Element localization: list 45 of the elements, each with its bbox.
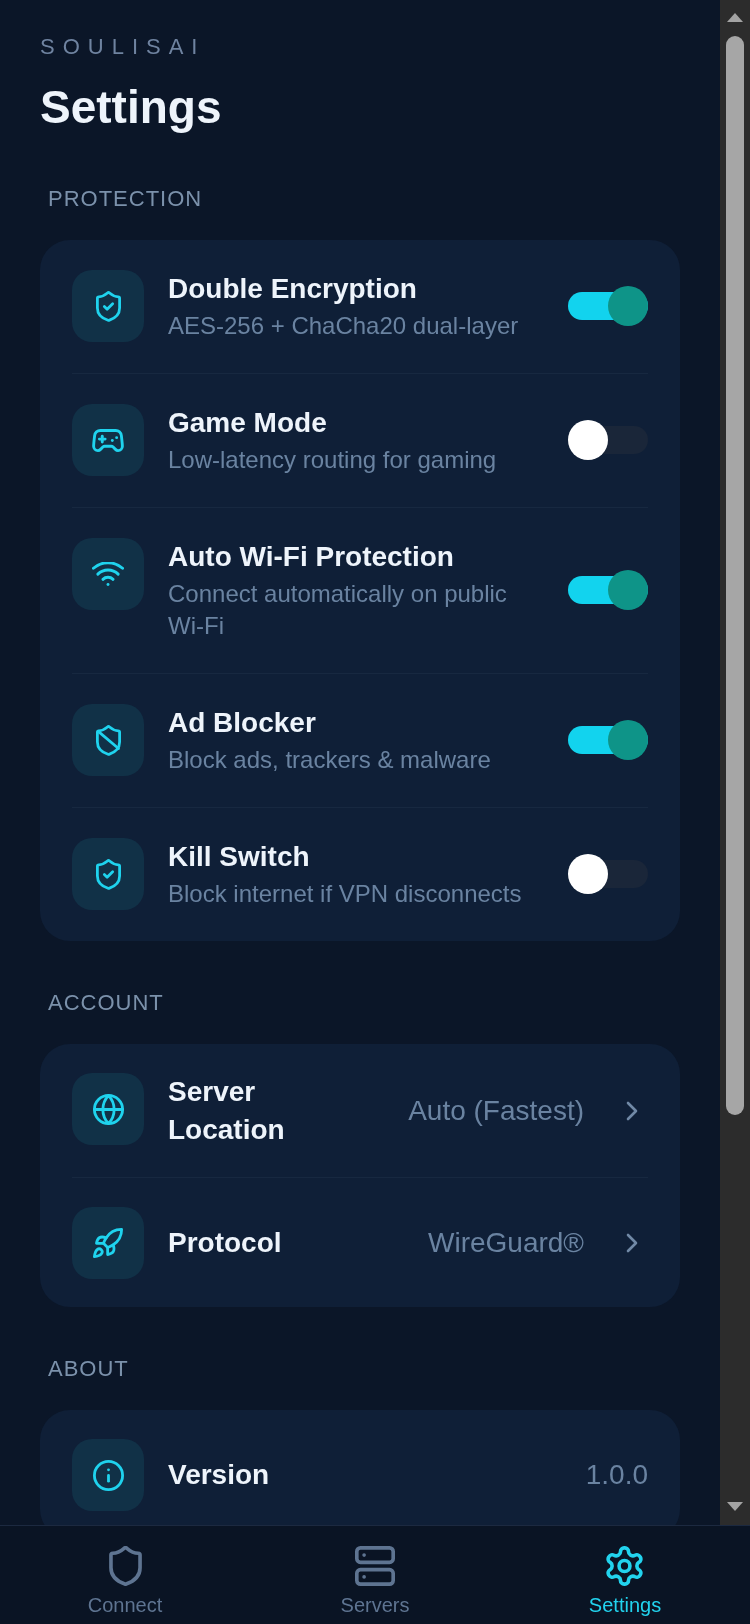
setting-title: Ad Blocker [168,706,317,740]
toggle-switch[interactable] [568,286,648,326]
settings-icon [606,1546,644,1586]
setting-description: Block internet if VPN disconnects [168,879,523,909]
shield-slash-icon [72,704,144,776]
setting-title: Double Encryption [168,272,418,306]
setting-title: Protocol [168,1226,283,1260]
nav-tab[interactable]: Servers [340,1526,410,1624]
setting-title: Game Mode [168,406,328,440]
toggle-switch[interactable] [568,720,648,760]
info-icon [72,1439,144,1511]
nav-tab[interactable]: Settings [588,1526,662,1624]
scrollbar-thumb[interactable] [726,36,744,1115]
setting-description: Connect automatically on public Wi-Fi [168,579,508,641]
toggle-switch[interactable] [568,420,648,460]
setting-value: 1.0.0 [585,1458,648,1492]
setting-title: Kill Switch [168,840,311,874]
setting-title: Server Location [168,1075,286,1147]
page-title: Settings [40,80,223,135]
scroll-down-icon[interactable] [727,1502,743,1511]
setting-value: Auto (Fastest) [408,1094,584,1128]
setting-description: Block ads, trackers & malware [168,745,492,775]
setting-description: Low-latency routing for gaming [168,445,498,475]
scroll-up-icon[interactable] [727,13,743,22]
setting-title: Version [168,1458,271,1492]
shield-icon [108,1546,142,1586]
setting-title: Auto Wi-Fi Protection [168,540,455,574]
wifi-icon [72,538,144,610]
chevron-right-icon[interactable] [626,1233,638,1253]
toggle-switch[interactable] [568,854,648,894]
setting-value: WireGuard® [428,1226,584,1260]
setting-description: AES-256 + ChaCha20 dual-layer [168,311,520,341]
rocket-icon [72,1207,144,1279]
shield-check-icon [72,270,144,342]
toggle-switch[interactable] [568,570,648,610]
server-icon [355,1546,395,1586]
gamepad-icon [72,404,144,476]
section-heading: PROTECTION [48,185,204,213]
chevron-right-icon[interactable] [626,1101,638,1121]
brand-name: SOULISAI [40,33,207,61]
globe-icon [72,1073,144,1145]
section-heading: ACCOUNT [48,989,165,1017]
shield-check-icon [72,838,144,910]
section-heading: ABOUT [48,1355,130,1383]
nav-tab[interactable]: Connect [87,1526,163,1624]
